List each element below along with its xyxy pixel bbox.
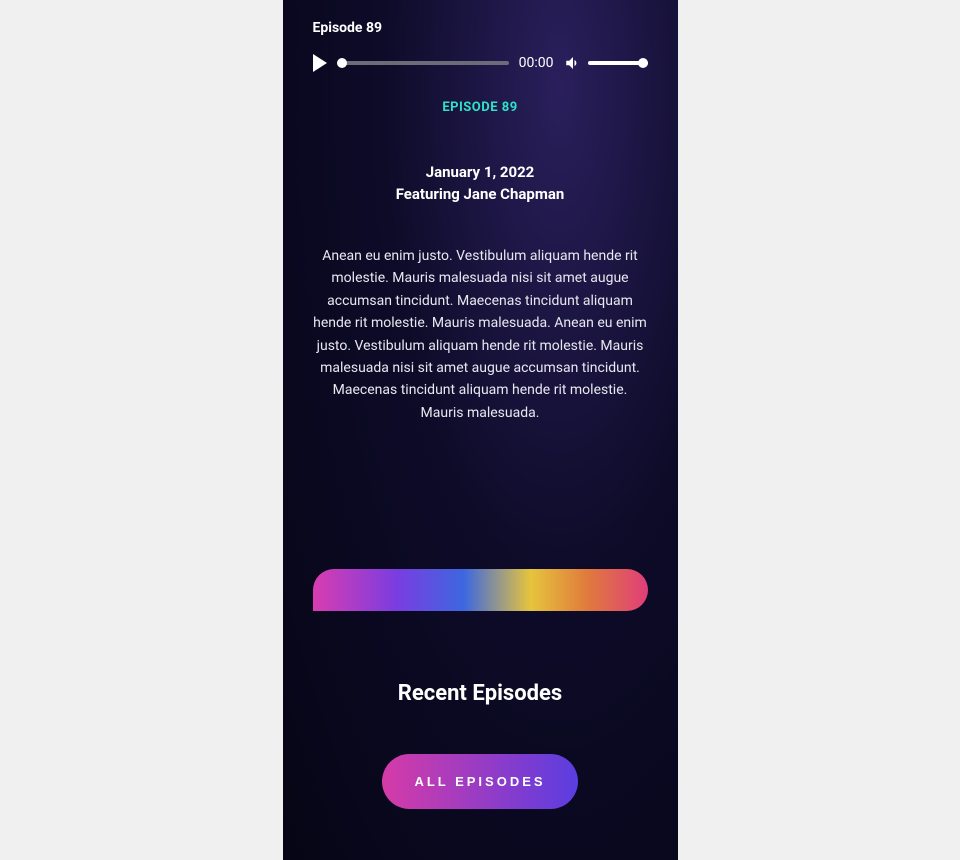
volume-knob[interactable] <box>638 58 648 68</box>
episode-description: Anean eu enim justo. Vestibulum aliquam … <box>313 245 648 424</box>
volume-slider[interactable] <box>588 61 648 65</box>
recent-episodes-heading: Recent Episodes <box>313 681 648 706</box>
audio-time: 00:00 <box>519 55 554 71</box>
volume-group <box>564 54 648 72</box>
episode-label: EPISODE 89 <box>313 100 648 115</box>
episode-date: January 1, 2022 <box>313 163 648 181</box>
all-episodes-wrap: ALL EPISODES <box>313 754 648 809</box>
audio-title: Episode 89 <box>313 20 648 36</box>
audio-progress-knob[interactable] <box>337 58 347 68</box>
app-frame: Episode 89 00:00 EPISODE 89 January 1, 2… <box>283 0 678 860</box>
all-episodes-button[interactable]: ALL EPISODES <box>382 754 577 809</box>
play-button[interactable] <box>313 54 327 72</box>
gradient-divider <box>313 569 648 611</box>
volume-icon[interactable] <box>564 54 582 72</box>
episode-featuring: Featuring Jane Chapman <box>313 185 648 203</box>
audio-player: 00:00 <box>313 54 648 72</box>
episode-meta: January 1, 2022 Featuring Jane Chapman <box>313 163 648 203</box>
audio-progress-slider[interactable] <box>337 61 509 65</box>
